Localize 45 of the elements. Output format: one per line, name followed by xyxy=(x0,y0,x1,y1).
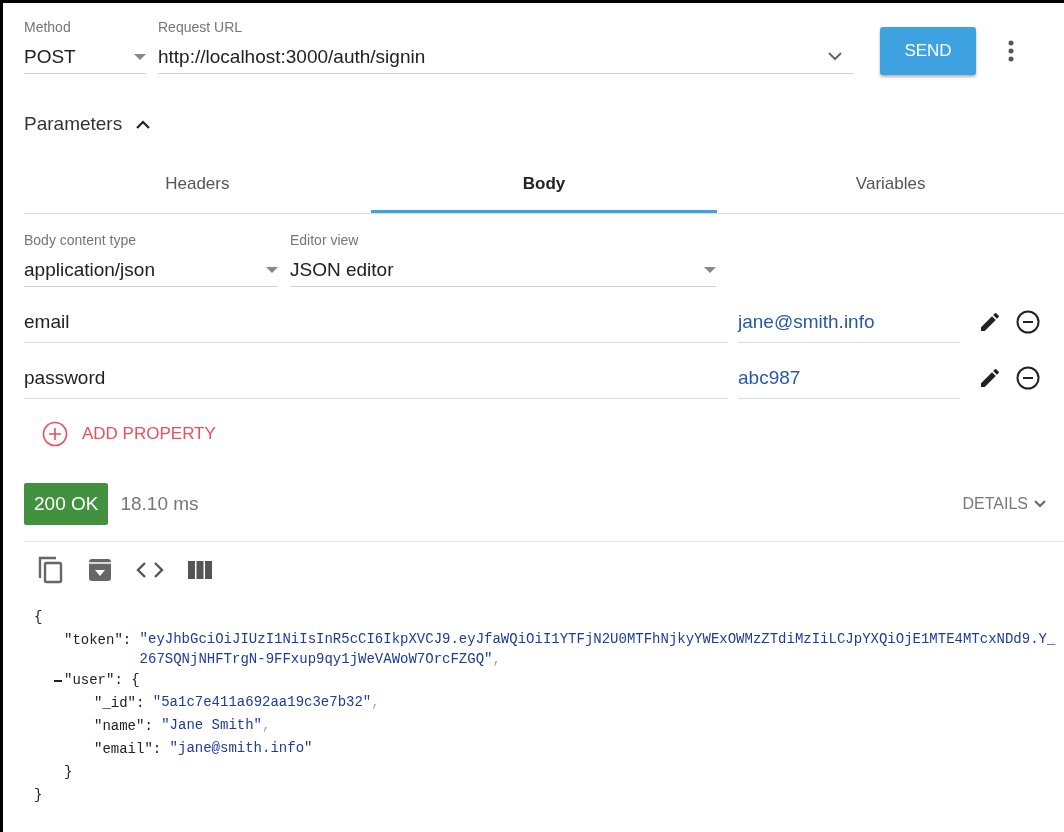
json-key: "name": xyxy=(94,715,153,738)
json-value: "5a1c7e411a692aa19c3e7b32", xyxy=(152,693,380,712)
columns-icon[interactable] xyxy=(188,561,212,579)
chevron-down-icon[interactable] xyxy=(828,52,842,61)
field-label: Body content type xyxy=(24,232,138,248)
json-value: "eyJhbGciOiJIUzI1NiIsInR5cCI6IkpXVCJ9.eyJfaWQiOiI1YTFjN2U0MTFhNjkyYWExOWMzZTdiMzIiLCJpYXQiOjE1MTE4MTcxNDd9.Y_267SQNjNHFTrgN-9FFxup9qy1jWeVAWoW7OrcFZGQ", xyxy=(139,630,1057,669)
content-type-select[interactable]: application/json xyxy=(24,254,278,287)
json-brace: } xyxy=(34,786,43,805)
dropdown-caret-icon[interactable] xyxy=(266,267,278,273)
json-brace: { xyxy=(34,608,43,627)
dropdown-caret-icon[interactable] xyxy=(134,53,146,60)
add-circle-icon xyxy=(42,421,68,447)
property-value-field[interactable]: jane@smith.info xyxy=(738,301,960,343)
json-key: "token": xyxy=(64,629,132,669)
copy-icon[interactable] xyxy=(38,556,64,584)
tab[interactable]: Variables xyxy=(717,157,1064,213)
add-property-button[interactable]: ADD PROPERTY xyxy=(42,421,216,447)
property-name-field[interactable]: password xyxy=(24,357,728,399)
download-icon[interactable] xyxy=(88,558,112,582)
chevron-down-icon xyxy=(1034,500,1046,508)
code-icon[interactable] xyxy=(136,561,164,579)
details-button[interactable]: DETAILS xyxy=(962,495,1046,513)
json-key: "_id": xyxy=(94,692,145,715)
json-brace: { xyxy=(131,671,140,690)
chevron-up-icon[interactable] xyxy=(136,119,151,129)
editor-view-select[interactable]: JSON editor xyxy=(290,254,716,287)
property-name-field[interactable]: email xyxy=(24,301,728,343)
property-value-field[interactable]: abc987 xyxy=(738,357,960,399)
tab[interactable]: Headers xyxy=(24,157,371,213)
parameters-title: Parameters xyxy=(24,113,123,135)
field-label: Request URL xyxy=(158,18,244,35)
json-brace: } xyxy=(64,763,73,782)
method-select[interactable]: POST xyxy=(24,40,146,74)
json-key: "email": xyxy=(94,738,162,761)
json-key: "user": xyxy=(64,669,123,692)
dropdown-caret-icon[interactable] xyxy=(704,267,716,273)
url-field[interactable]: http://localhost:3000/auth/signin xyxy=(158,40,854,74)
more-icon[interactable] xyxy=(1008,40,1014,62)
field-label: Editor view xyxy=(290,232,360,248)
json-value: "jane@smith.info" xyxy=(169,739,313,758)
response-time: 18.10 ms xyxy=(120,493,200,515)
tab[interactable]: Body xyxy=(370,157,718,213)
json-value: "Jane Smith", xyxy=(161,716,271,735)
status-badge: 200 OK xyxy=(24,483,109,525)
field-label: Method xyxy=(24,18,72,35)
